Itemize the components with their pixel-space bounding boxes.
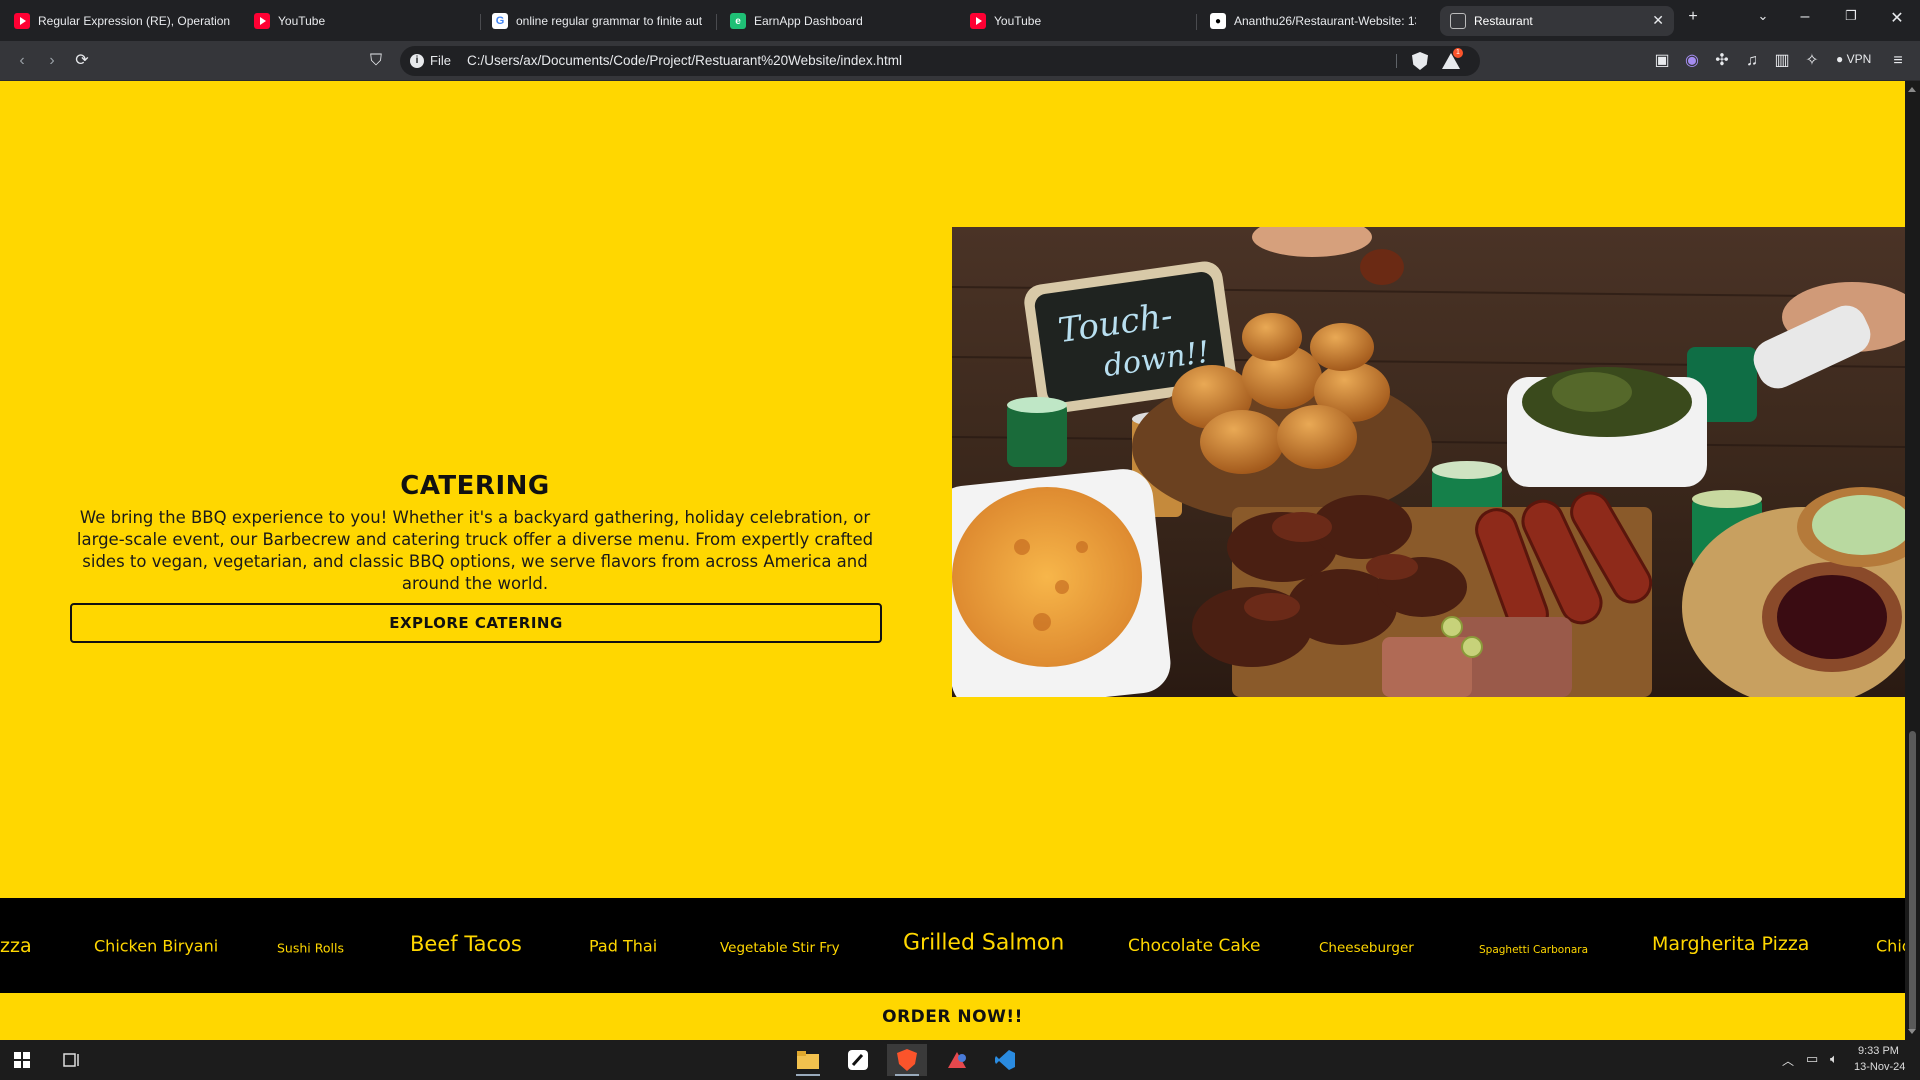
browser-tab-strip: Regular Expression (RE), Operations YouT… bbox=[0, 0, 1920, 41]
scroll-thumb[interactable] bbox=[1909, 731, 1916, 1031]
youtube-icon bbox=[970, 13, 986, 29]
scroll-up-arrow-icon[interactable] bbox=[1908, 87, 1916, 92]
reading-list-icon[interactable]: ▥ bbox=[1770, 49, 1794, 73]
url-text[interactable]: C:/Users/ax/Documents/Code/Project/Restu… bbox=[467, 53, 902, 68]
marquee-item: Grilled Salmon bbox=[903, 930, 1065, 956]
leo-ai-icon[interactable]: ◉ bbox=[1680, 49, 1704, 73]
page-viewport: CATERING We bring the BBQ experience to … bbox=[0, 81, 1905, 1040]
vpn-label: VPN bbox=[1846, 52, 1872, 66]
reload-icon[interactable]: ⟳ bbox=[70, 49, 94, 73]
tray-chevron-icon[interactable]: ︿ bbox=[1782, 1052, 1794, 1069]
minimize-button[interactable]: – bbox=[1782, 8, 1828, 26]
vscode-icon[interactable] bbox=[985, 1044, 1025, 1076]
catering-description: We bring the BBQ experience to you! Whet… bbox=[76, 508, 874, 593]
youtube-icon bbox=[254, 13, 270, 29]
marquee-item: Beef Tacos bbox=[410, 932, 522, 956]
new-tab-button[interactable]: + bbox=[1670, 8, 1716, 26]
close-window-button[interactable]: ✕ bbox=[1874, 8, 1920, 28]
clock-date[interactable]: 13-Nov-24 bbox=[1854, 1061, 1905, 1073]
notes-app-icon[interactable] bbox=[838, 1044, 878, 1076]
browser-tab[interactable]: e EarnApp Dashboard bbox=[720, 6, 952, 36]
order-now-button[interactable]: ORDER NOW!! bbox=[0, 993, 1905, 1040]
browser-tab-active[interactable]: Restaurant ✕ bbox=[1440, 6, 1674, 36]
globe-icon bbox=[1450, 13, 1466, 29]
menu-icon[interactable]: ≡ bbox=[1886, 49, 1910, 73]
explore-catering-button[interactable]: EXPLORE CATERING bbox=[70, 603, 882, 643]
marquee-item: Chocolate Cake bbox=[1128, 936, 1261, 956]
marquee-item: Pad Thai bbox=[589, 936, 658, 956]
volume-icon[interactable]: 🔈︎ bbox=[1830, 1051, 1838, 1067]
media-icon[interactable]: ♫ bbox=[1740, 49, 1764, 73]
bookmark-icon[interactable]: ⛉ bbox=[364, 49, 388, 73]
marquee-item: Sushi Rolls bbox=[277, 940, 344, 956]
browser-tab[interactable]: G online regular grammar to finite aut bbox=[482, 6, 712, 36]
tab-title: online regular grammar to finite aut bbox=[516, 14, 702, 28]
tab-search-chevron-icon[interactable]: ⌄ bbox=[1740, 8, 1786, 24]
file-explorer-icon[interactable] bbox=[788, 1044, 828, 1076]
earnapp-icon: e bbox=[730, 13, 746, 29]
github-icon: ● bbox=[1210, 13, 1226, 29]
bbq-spread-illustration: Touch- down!! bbox=[952, 227, 1905, 697]
browser-toolbar: ‹ › ⟳ ⛉ i File C:/Users/ax/Documents/Cod… bbox=[0, 41, 1920, 81]
catering-title: CATERING bbox=[400, 471, 550, 501]
vpn-button[interactable]: ● VPN bbox=[1836, 52, 1871, 66]
address-bar[interactable]: i File C:/Users/ax/Documents/Code/Projec… bbox=[400, 46, 1480, 76]
restore-button[interactable]: ❐ bbox=[1828, 8, 1874, 24]
forward-icon[interactable]: › bbox=[40, 49, 64, 73]
tab-title: EarnApp Dashboard bbox=[754, 14, 863, 28]
windows-taskbar: ︿ ▭ 🔈︎ 9:33 PM 13-Nov-24 bbox=[0, 1040, 1920, 1080]
rewards-badge: 1 bbox=[1453, 48, 1463, 58]
catering-food-image: Touch- down!! bbox=[952, 227, 1905, 697]
paint-app-icon[interactable] bbox=[937, 1044, 977, 1076]
extensions-icon[interactable]: ✣ bbox=[1710, 49, 1734, 73]
youtube-icon bbox=[14, 13, 30, 29]
clock-time[interactable]: 9:33 PM bbox=[1858, 1045, 1899, 1057]
browser-tab[interactable]: Regular Expression (RE), Operations bbox=[4, 6, 240, 36]
tab-title: Ananthu26/Restaurant-Website: 13 bbox=[1234, 14, 1416, 28]
marquee-item: Spaghetti Carbonara bbox=[1479, 944, 1589, 956]
scroll-down-arrow-icon[interactable] bbox=[1908, 1029, 1916, 1034]
brave-shield-icon[interactable] bbox=[1412, 52, 1428, 70]
back-icon[interactable]: ‹ bbox=[10, 49, 34, 73]
tab-title: YouTube bbox=[278, 14, 326, 28]
brave-browser-icon[interactable] bbox=[887, 1044, 927, 1076]
browser-tab[interactable]: YouTube bbox=[960, 6, 1192, 36]
marquee-item: Chic bbox=[1876, 936, 1905, 956]
marquee-item: Cheeseburger bbox=[1319, 940, 1414, 956]
windows-start-icon[interactable] bbox=[2, 1044, 42, 1076]
sparkle-icon[interactable]: ✧ bbox=[1800, 49, 1824, 73]
marquee-item: Chicken Biryani bbox=[94, 936, 219, 956]
site-info[interactable]: i File bbox=[410, 53, 451, 68]
task-view-icon[interactable] bbox=[52, 1044, 92, 1076]
sidebar-toggle-icon[interactable]: ▣ bbox=[1650, 49, 1674, 73]
scheme-label: File bbox=[430, 53, 451, 68]
browser-tab[interactable]: YouTube bbox=[244, 6, 476, 36]
catering-section: CATERING We bring the BBQ experience to … bbox=[60, 471, 890, 595]
page-scrollbar[interactable] bbox=[1905, 81, 1920, 1040]
info-icon: i bbox=[410, 53, 424, 68]
tab-title: YouTube bbox=[994, 14, 1042, 28]
google-icon: G bbox=[492, 13, 508, 29]
marquee-item: Vegetable Stir Fry bbox=[720, 940, 840, 956]
network-icon[interactable]: ▭ bbox=[1806, 1051, 1818, 1067]
tab-title: Restaurant bbox=[1474, 14, 1533, 28]
marquee-item: Margherita Pizza bbox=[1652, 933, 1810, 955]
tab-title: Regular Expression (RE), Operations bbox=[38, 14, 230, 28]
marquee-item: zza bbox=[0, 935, 32, 957]
browser-tab[interactable]: ● Ananthu26/Restaurant-Website: 13 bbox=[1200, 6, 1426, 36]
close-tab-icon[interactable]: ✕ bbox=[1652, 12, 1664, 29]
food-marquee: zza Chicken Biryani Sushi Rolls Beef Tac… bbox=[0, 898, 1905, 993]
